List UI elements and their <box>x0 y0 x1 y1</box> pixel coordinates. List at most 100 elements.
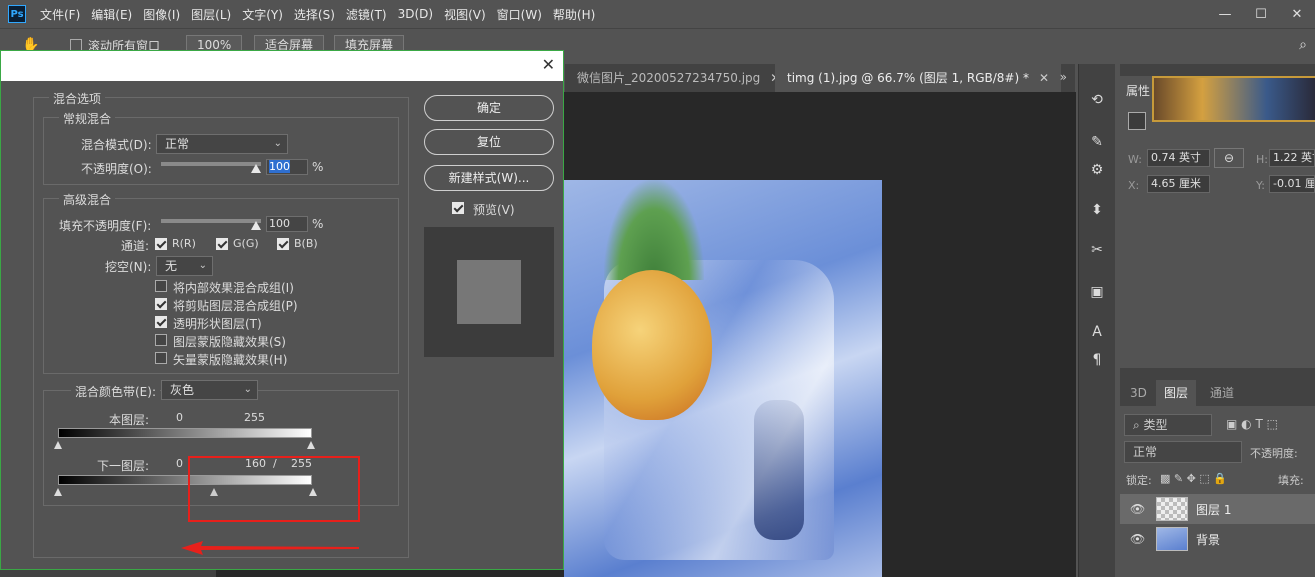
channel-b-checkbox[interactable] <box>277 238 289 250</box>
tab-timg[interactable]: timg (1).jpg @ 66.7% (图层 1, RGB/8#) * ✕ <box>775 64 1062 92</box>
layer-row-background[interactable]: 👁 背景 <box>1120 524 1315 554</box>
height-label: H: <box>1256 153 1268 166</box>
window-controls: — ☐ ✕ <box>1207 0 1315 28</box>
channel-g-checkbox[interactable] <box>216 238 228 250</box>
adjustments-icon[interactable]: ⚙ <box>1087 160 1107 180</box>
stamp-icon[interactable]: ⬍ <box>1087 200 1107 220</box>
blend-interior-checkbox[interactable] <box>155 280 167 292</box>
tab-layers[interactable]: 图层 <box>1156 380 1197 406</box>
height-input[interactable]: 1.22 英寸 <box>1269 149 1315 167</box>
opacity-slider[interactable] <box>161 162 261 166</box>
fill-opacity-slider[interactable] <box>161 219 261 223</box>
knockout-select[interactable]: 无 ⌄ <box>156 256 213 276</box>
tabs-overflow-icon[interactable]: » <box>1060 70 1067 84</box>
menu-type[interactable]: 文字(Y) <box>242 6 283 23</box>
search-icon[interactable]: ⌕ <box>1299 37 1307 53</box>
maximize-button[interactable]: ☐ <box>1243 7 1279 22</box>
properties-panel-header <box>1120 64 1315 76</box>
y-input[interactable]: -0.01 厘米 <box>1269 175 1315 193</box>
close-icon[interactable]: ✕ <box>1039 71 1049 85</box>
opacity-slider-thumb[interactable] <box>251 164 261 173</box>
lock-label: 锁定: <box>1126 474 1152 487</box>
knockout-value: 无 <box>165 259 178 273</box>
underlying-black-slider[interactable] <box>54 488 62 496</box>
eye-icon[interactable]: 👁 <box>1130 532 1145 546</box>
fill-opacity-slider-thumb[interactable] <box>251 221 261 230</box>
dialog-title-bar[interactable]: ✕ <box>1 51 563 81</box>
blend-clipped-checkbox[interactable] <box>155 298 167 310</box>
fill-opacity-percent: % <box>312 217 324 231</box>
fill-label: 填充: <box>1278 474 1304 487</box>
blend-mode-label: 混合模式(D): <box>81 138 152 152</box>
menu-file[interactable]: 文件(F) <box>40 6 80 23</box>
preview-checkbox[interactable] <box>452 202 464 214</box>
menu-image[interactable]: 图像(I) <box>143 6 180 23</box>
layer-blend-mode-select[interactable]: 正常 <box>1124 441 1242 463</box>
menu-filter[interactable]: 滤镜(T) <box>346 6 387 23</box>
layer-filter-icons[interactable]: ▣ ◐ T ⬚ <box>1226 417 1278 431</box>
layers-panel-tabs: 3D 图层 通道 <box>1120 380 1315 406</box>
fill-opacity-value: 100 <box>269 217 290 230</box>
dialog-close-icon[interactable]: ✕ <box>542 55 555 74</box>
layer1-thumbnail <box>1156 497 1188 521</box>
new-style-button[interactable]: 新建样式(W)... <box>424 165 554 191</box>
minimize-button[interactable]: — <box>1207 7 1243 22</box>
advanced-blending-title: 高级混合 <box>59 191 116 208</box>
layers-panel: 3D 图层 通道 ⌕ 类型 ▣ ◐ T ⬚ 正常 不透明度: 锁定: ▩ ✎ ✥… <box>1120 368 1315 577</box>
this-layer-low-value: 0 <box>176 411 183 424</box>
paragraph-icon[interactable]: ¶ <box>1087 350 1107 370</box>
tab-wechat-image[interactable]: 微信图片_20200527234750.jpg✕ <box>565 64 792 92</box>
blend-mode-value: 正常 <box>165 137 190 151</box>
layer-filter-select[interactable]: ⌕ 类型 <box>1124 414 1212 436</box>
this-layer-white-slider[interactable] <box>307 441 315 449</box>
channel-r-checkbox[interactable] <box>155 238 167 250</box>
menu-view[interactable]: 视图(V) <box>444 6 486 23</box>
this-layer-gradient[interactable] <box>58 428 312 438</box>
fill-opacity-input[interactable]: 100 <box>266 216 308 232</box>
close-window-button[interactable]: ✕ <box>1279 7 1315 22</box>
knockout-label: 挖空(N): <box>105 260 152 274</box>
highlight-rectangle <box>188 456 360 522</box>
reset-button[interactable]: 复位 <box>424 129 554 155</box>
blend-mode-select[interactable]: 正常 ⌄ <box>156 134 288 154</box>
this-layer-black-slider[interactable] <box>54 441 62 449</box>
ok-button[interactable]: 确定 <box>424 95 554 121</box>
blend-if-value: 灰色 <box>170 383 195 397</box>
menu-help[interactable]: 帮助(H) <box>553 6 595 23</box>
menu-select[interactable]: 选择(S) <box>294 6 335 23</box>
link-dimensions-icon[interactable]: ⊖ <box>1214 148 1244 168</box>
character-icon[interactable]: A <box>1087 322 1107 342</box>
layers-panel-header <box>1120 368 1315 380</box>
chevron-down-icon: ⌄ <box>273 138 282 149</box>
right-tool-panel: ⟲ ✎ ⚙ ⬍ ✂ ▣ A ¶ <box>1078 64 1115 577</box>
underlying-layer-label: 下一图层: <box>97 459 150 473</box>
menu-layer[interactable]: 图层(L) <box>191 6 231 23</box>
menu-window[interactable]: 窗口(W) <box>497 6 542 23</box>
properties-tab[interactable]: 属性 <box>1126 82 1150 99</box>
width-label: W: <box>1128 153 1142 166</box>
layer-row-layer1[interactable]: 👁 图层 1 <box>1120 494 1315 524</box>
blend-if-label: 混合颜色带(E): <box>71 383 160 400</box>
opacity-input[interactable]: 100 <box>266 159 308 175</box>
document-image <box>564 180 882 577</box>
transparency-shapes-checkbox[interactable] <box>155 316 167 328</box>
x-label: X: <box>1128 179 1140 192</box>
menu-3d[interactable]: 3D(D) <box>398 7 433 21</box>
menu-edit[interactable]: 编辑(E) <box>91 6 132 23</box>
brush-icon[interactable]: ✎ <box>1087 132 1107 152</box>
tab-channels[interactable]: 通道 <box>1202 380 1242 406</box>
x-input[interactable]: 4.65 厘米 <box>1147 175 1210 193</box>
lock-icons[interactable]: ▩ ✎ ✥ ⬚ 🔒 <box>1160 472 1227 485</box>
opacity-percent: % <box>312 160 324 174</box>
eye-icon[interactable]: 👁 <box>1130 502 1145 516</box>
this-layer-label: 本图层: <box>109 413 150 427</box>
layer-mask-hides-checkbox[interactable] <box>155 334 167 346</box>
library-icon[interactable]: ▣ <box>1087 282 1107 302</box>
vector-mask-hides-checkbox[interactable] <box>155 352 167 364</box>
history-icon[interactable]: ⟲ <box>1087 90 1107 110</box>
width-input[interactable]: 0.74 英寸 <box>1147 149 1210 167</box>
tab-3d[interactable]: 3D <box>1122 380 1155 406</box>
layer-style-dialog: ✕ 混合选项 常规混合 混合模式(D): 正常 ⌄ 不透明度(O): 100 % … <box>0 50 564 570</box>
blend-if-select[interactable]: 灰色 ⌄ <box>161 380 258 400</box>
tools-icon[interactable]: ✂ <box>1087 240 1107 260</box>
